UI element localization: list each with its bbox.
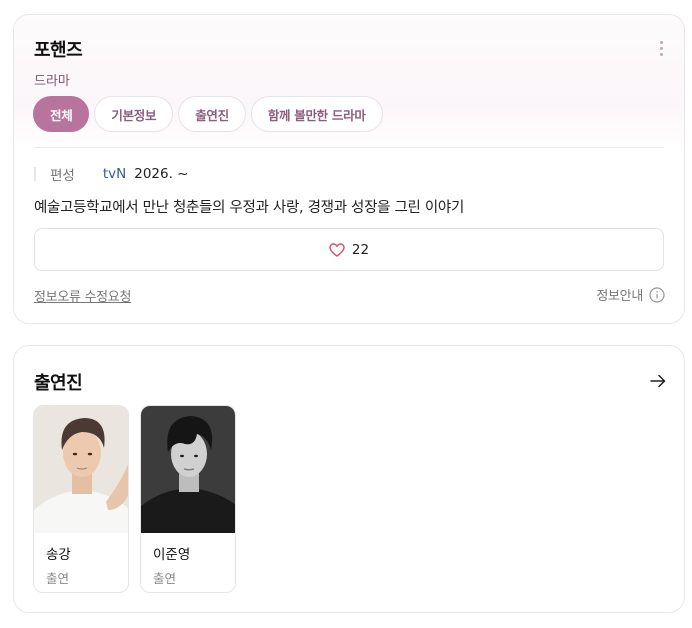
tab-cast[interactable]: 출연진 xyxy=(178,96,246,132)
cast-card: 출연진 송강 출연 이준영 출연 xyxy=(13,345,685,613)
channel-link[interactable]: tvN xyxy=(103,166,126,182)
program-info-card: 포핸즈 드라마 전체 기본정보 출연진 함께 볼만한 드라마 편성 tvN 20… xyxy=(13,14,685,324)
info-guide-label: 정보안내 xyxy=(596,289,643,304)
program-genre: 드라마 xyxy=(34,74,70,89)
report-error-link[interactable]: 정보오류 수정요청 xyxy=(34,286,131,305)
program-header: 포핸즈 드라마 전체 기본정보 출연진 함께 볼만한 드라마 xyxy=(14,15,684,147)
more-vertical-icon[interactable] xyxy=(660,41,664,56)
like-count: 22 xyxy=(351,241,370,258)
divider xyxy=(34,147,664,148)
cast-photo xyxy=(34,406,128,533)
tab-all[interactable]: 전체 xyxy=(33,96,90,132)
cast-role: 출연 xyxy=(153,571,177,586)
broadcast-date: 2026. ~ xyxy=(134,166,189,182)
cast-photo xyxy=(141,406,235,533)
heart-icon xyxy=(329,242,345,257)
cast-name: 송강 xyxy=(46,547,71,563)
arrow-right-icon[interactable] xyxy=(650,373,666,392)
broadcast-label: 편성 xyxy=(50,168,75,184)
program-title: 포핸즈 xyxy=(34,40,83,61)
broadcast-row: 편성 tvN 2026. ~ xyxy=(34,165,189,184)
cast-name: 이준영 xyxy=(153,547,191,563)
cast-section-title: 출연진 xyxy=(34,373,83,394)
synopsis: 예술고등학교에서 만난 청춘들의 우정과 사랑, 경쟁과 성장을 그린 이야기 xyxy=(34,200,464,216)
label-bar xyxy=(34,167,36,181)
tab-related-dramas[interactable]: 함께 볼만한 드라마 xyxy=(250,96,383,132)
tab-bar: 전체 기본정보 출연진 함께 볼만한 드라마 xyxy=(33,96,383,132)
cast-role: 출연 xyxy=(46,571,70,586)
cast-member-card[interactable]: 송강 출연 xyxy=(33,405,129,593)
like-button[interactable]: 22 xyxy=(34,228,664,271)
info-circle-icon xyxy=(649,286,665,303)
cast-member-card[interactable]: 이준영 출연 xyxy=(140,405,236,593)
tab-basic-info[interactable]: 기본정보 xyxy=(94,96,174,132)
cast-list: 송강 출연 이준영 출연 xyxy=(33,405,236,593)
info-guide-button[interactable]: 정보안내 xyxy=(596,285,665,304)
